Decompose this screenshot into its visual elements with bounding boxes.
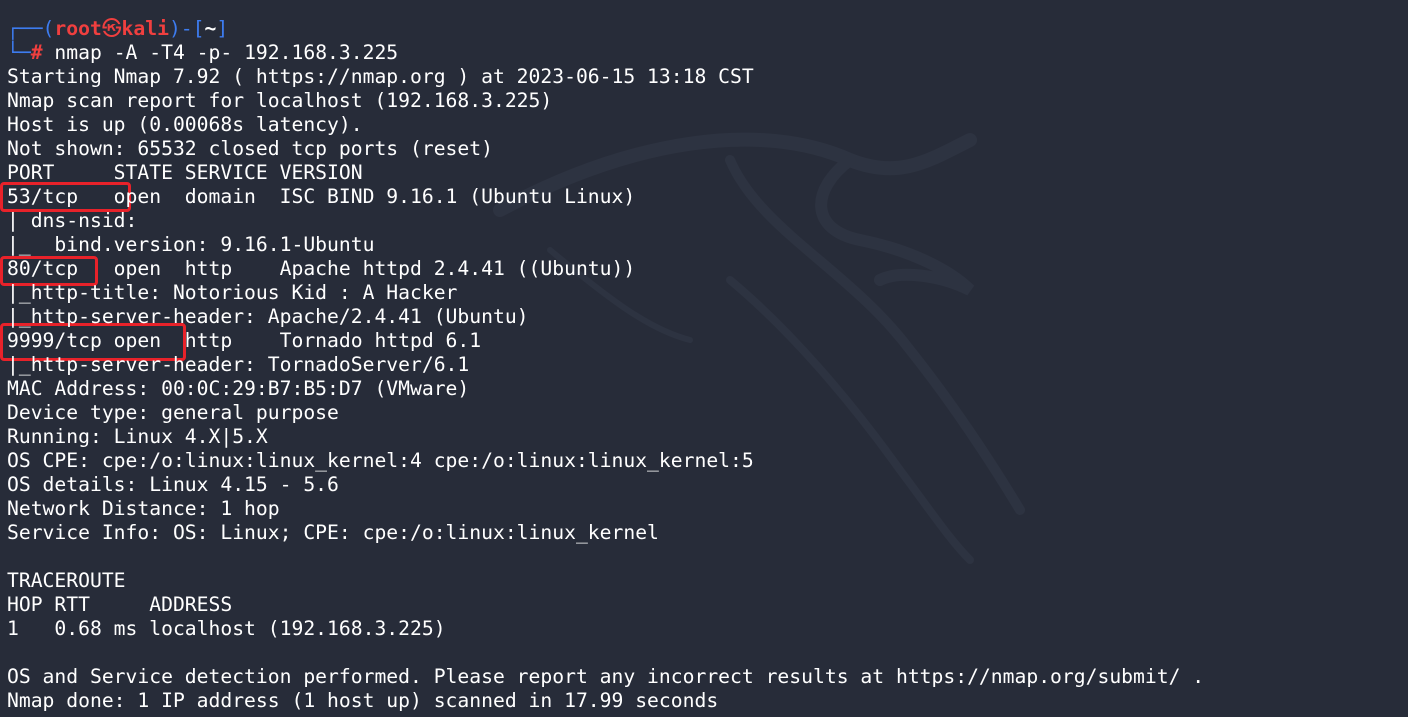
output-line: Not shown: 65532 closed tcp ports (reset… bbox=[7, 137, 493, 160]
output-line: Running: Linux 4.X|5.X bbox=[7, 425, 268, 448]
output-line: |_http-server-header: Apache/2.4.41 (Ubu… bbox=[7, 305, 529, 328]
output-line: 9999/tcp open http Tornado httpd 6.1 bbox=[7, 329, 482, 352]
output-line: HOP RTT ADDRESS bbox=[7, 593, 233, 616]
output-line: Device type: general purpose bbox=[7, 401, 339, 424]
output-line: |_http-server-header: TornadoServer/6.1 bbox=[7, 353, 470, 376]
output-lines: Starting Nmap 7.92 ( https://nmap.org ) … bbox=[7, 65, 1408, 713]
output-line: Network Distance: 1 hop bbox=[7, 497, 280, 520]
prompt-host: kali bbox=[121, 17, 169, 40]
output-line: OS details: Linux 4.15 - 5.6 bbox=[7, 473, 339, 496]
output-line: |_http-title: Notorious Kid : A Hacker bbox=[7, 281, 458, 304]
output-line: PORT STATE SERVICE VERSION bbox=[7, 161, 363, 184]
output-line: OS and Service detection performed. Plea… bbox=[7, 665, 1205, 688]
output-line: 53/tcp open domain ISC BIND 9.16.1 (Ubun… bbox=[7, 185, 636, 208]
terminal-window[interactable]: ┌──(root㉿kali)-[~] └─# nmap -A -T4 -p- 1… bbox=[0, 0, 1408, 717]
output-line: TRACEROUTE bbox=[7, 569, 126, 592]
prompt-line-1: ┌──(root㉿kali)-[~] bbox=[7, 17, 1408, 41]
prompt-bracket-end: ] bbox=[216, 17, 229, 40]
output-line: OS CPE: cpe:/o:linux:linux_kernel:4 cpe:… bbox=[7, 449, 754, 472]
output-line: | dns-nsid: bbox=[7, 209, 150, 232]
output-line: |_ bind.version: 9.16.1-Ubuntu bbox=[7, 233, 375, 256]
output-line: 1 0.68 ms localhost (192.168.3.225) bbox=[7, 617, 446, 640]
prompt-line-2: └─# nmap -A -T4 -p- 192.168.3.225 bbox=[7, 41, 1408, 65]
output-line: Nmap done: 1 IP address (1 host up) scan… bbox=[7, 689, 719, 712]
output-line: Host is up (0.00068s latency). bbox=[7, 113, 363, 136]
terminal-output: ┌──(root㉿kali)-[~] └─# nmap -A -T4 -p- 1… bbox=[7, 17, 1408, 713]
prompt-user: root bbox=[54, 17, 102, 40]
prompt-dir: ~ bbox=[204, 17, 217, 40]
output-line: 80/tcp open http Apache httpd 2.4.41 ((U… bbox=[7, 257, 636, 280]
output-line: Starting Nmap 7.92 ( https://nmap.org ) … bbox=[7, 65, 754, 88]
output-line: MAC Address: 00:0C:29:B7:B5:D7 (VMware) bbox=[7, 377, 470, 400]
prompt-hash: # bbox=[30, 41, 43, 64]
prompt-separator: )-[ bbox=[168, 17, 205, 40]
output-line: Service Info: OS: Linux; CPE: cpe:/o:lin… bbox=[7, 521, 659, 544]
prompt-corner-bottom: └─ bbox=[7, 41, 31, 64]
command-text: nmap -A -T4 -p- 192.168.3.225 bbox=[42, 41, 399, 64]
output-line: Nmap scan report for localhost (192.168.… bbox=[7, 89, 553, 112]
prompt-corner: ┌──( bbox=[7, 17, 55, 40]
prompt-skull-icon: ㉿ bbox=[101, 17, 122, 40]
